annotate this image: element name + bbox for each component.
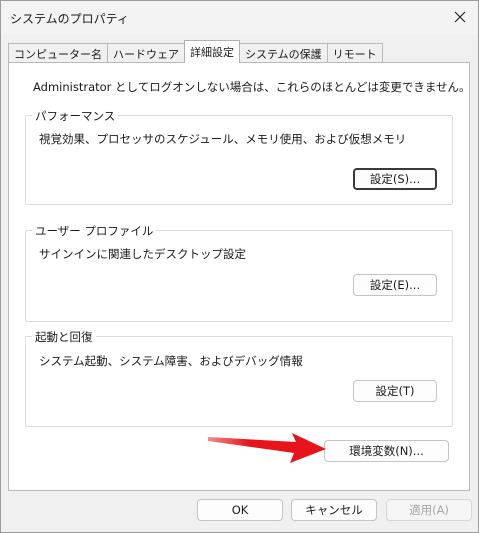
ok-button[interactable]: OK bbox=[197, 499, 283, 521]
title-bar: システムのプロパティ bbox=[1, 1, 478, 35]
environment-variables-button[interactable]: 環境変数(N)... bbox=[324, 440, 449, 462]
user-profile-settings-button[interactable]: 設定(E)... bbox=[353, 274, 437, 296]
tab-advanced[interactable]: 詳細設定 bbox=[184, 40, 240, 63]
startup-recovery-legend: 起動と回復 bbox=[32, 329, 96, 345]
window-title: システムのプロパティ bbox=[10, 12, 129, 26]
tab-remote[interactable]: リモート bbox=[326, 43, 383, 63]
tab-computer-name[interactable]: コンピューター名 bbox=[8, 43, 108, 63]
startup-recovery-description: システム起動、システム障害、およびデバッグ情報 bbox=[39, 354, 303, 368]
tab-strip: コンピューター名 ハードウェア 詳細設定 システムの保護 リモート bbox=[8, 40, 383, 63]
performance-settings-button[interactable]: 設定(S)... bbox=[353, 168, 437, 190]
performance-description: 視覚効果、プロセッサのスケジュール、メモリ使用、および仮想メモリ bbox=[39, 132, 407, 146]
close-icon bbox=[454, 11, 466, 23]
performance-legend: パフォーマンス bbox=[32, 108, 119, 124]
admin-notice: Administrator としてログオンしない場合は、これらのほとんどは変更で… bbox=[33, 80, 471, 94]
performance-group: パフォーマンス 視覚効果、プロセッサのスケジュール、メモリ使用、および仮想メモリ… bbox=[25, 108, 453, 205]
startup-recovery-settings-button[interactable]: 設定(T) bbox=[353, 380, 437, 402]
tab-hardware[interactable]: ハードウェア bbox=[107, 43, 185, 63]
startup-recovery-group: 起動と回復 システム起動、システム障害、およびデバッグ情報 設定(T) bbox=[25, 329, 453, 427]
user-profile-legend: ユーザー プロファイル bbox=[32, 223, 157, 239]
user-profile-group: ユーザー プロファイル サインインに関連したデスクトップ設定 設定(E)... bbox=[25, 223, 453, 322]
cancel-button[interactable]: キャンセル bbox=[291, 499, 377, 521]
apply-button[interactable]: 適用(A) bbox=[386, 499, 472, 521]
tab-system-protection[interactable]: システムの保護 bbox=[239, 43, 328, 63]
system-properties-dialog: システムのプロパティ コンピューター名 ハードウェア 詳細設定 システムの保護 … bbox=[0, 0, 479, 533]
advanced-tab-panel: Administrator としてログオンしない場合は、これらのほとんどは変更で… bbox=[8, 62, 471, 491]
user-profile-description: サインインに関連したデスクトップ設定 bbox=[39, 247, 246, 261]
close-button[interactable] bbox=[446, 4, 474, 30]
